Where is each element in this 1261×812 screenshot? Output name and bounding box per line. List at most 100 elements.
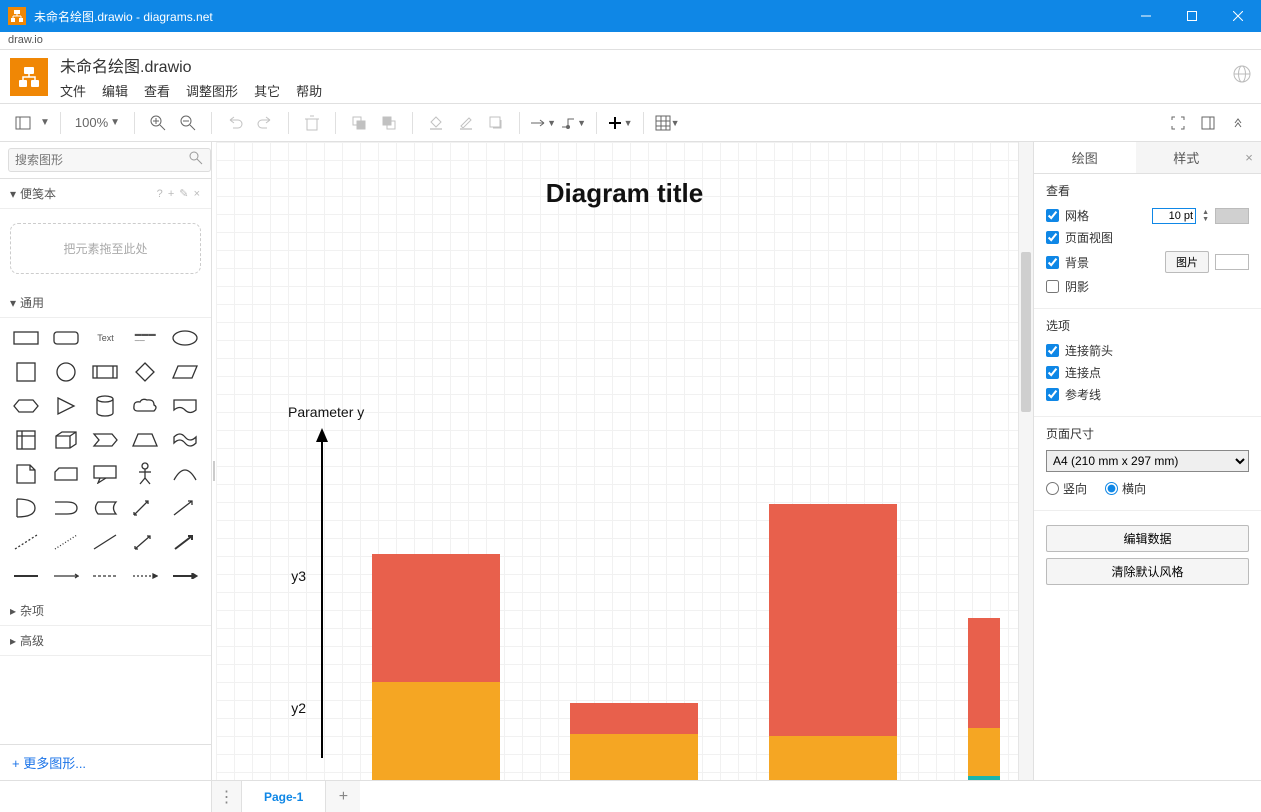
connection-icon[interactable]: ▼	[530, 110, 556, 136]
grid-step-up[interactable]: ▲	[1202, 209, 1209, 216]
shape-cloud[interactable]	[127, 392, 163, 420]
shape-process[interactable]	[88, 358, 124, 386]
grid-size-input[interactable]	[1152, 208, 1196, 224]
redo-icon[interactable]	[252, 110, 278, 136]
to-front-icon[interactable]	[346, 110, 372, 136]
menu-help[interactable]: 帮助	[296, 81, 322, 100]
more-shapes-button[interactable]: + 更多图形...	[0, 744, 211, 780]
close-panel-icon[interactable]: ×	[1237, 142, 1261, 173]
shape-card[interactable]	[48, 460, 84, 488]
shape-cube[interactable]	[48, 426, 84, 454]
shape-data-storage[interactable]	[88, 494, 124, 522]
zoom-select[interactable]: 100% ▼	[71, 115, 124, 130]
shape-ellipse[interactable]	[167, 324, 203, 352]
shape-square[interactable]	[8, 358, 44, 386]
search-icon[interactable]	[189, 151, 203, 170]
bar-4-partial[interactable]	[968, 618, 1000, 780]
format-panel-toggle-icon[interactable]	[1195, 110, 1221, 136]
shape-link4[interactable]	[127, 562, 163, 590]
menu-arrange[interactable]: 调整图形	[186, 81, 238, 100]
shape-text[interactable]: Text	[88, 324, 124, 352]
shape-cylinder[interactable]	[88, 392, 124, 420]
tab-diagram[interactable]: 绘图	[1034, 142, 1136, 173]
canvas[interactable]: Diagram title Parameter y y3 y2	[216, 142, 1033, 780]
y-axis-label[interactable]: Parameter y	[288, 404, 364, 420]
shape-bidir-arrow-solid[interactable]	[127, 528, 163, 556]
shape-link5[interactable]	[167, 562, 203, 590]
shadow-icon[interactable]	[483, 110, 509, 136]
fullscreen-icon[interactable]	[1165, 110, 1191, 136]
zoom-in-icon[interactable]	[145, 110, 171, 136]
menu-extras[interactable]: 其它	[254, 81, 280, 100]
menu-edit[interactable]: 编辑	[102, 81, 128, 100]
shape-rectangle[interactable]	[8, 324, 44, 352]
shape-arrow[interactable]	[167, 494, 203, 522]
bar-2[interactable]	[570, 703, 698, 780]
shape-diamond[interactable]	[127, 358, 163, 386]
shadow-checkbox[interactable]	[1046, 280, 1059, 293]
bar-3[interactable]	[769, 504, 897, 780]
shape-line-dashed[interactable]	[8, 528, 44, 556]
clear-style-button[interactable]: 清除默认风格	[1046, 558, 1249, 585]
shape-arrow-solid[interactable]	[167, 528, 203, 556]
tick-y3[interactable]: y3	[276, 568, 306, 584]
vertical-scrollbar[interactable]	[1018, 142, 1033, 780]
diagram-title[interactable]: Diagram title	[216, 178, 1033, 209]
conn-arrows-checkbox[interactable]	[1046, 344, 1059, 357]
insert-icon[interactable]: ▼	[607, 110, 633, 136]
shape-note[interactable]	[8, 460, 44, 488]
tab-style[interactable]: 样式	[1136, 142, 1238, 173]
fill-color-icon[interactable]	[423, 110, 449, 136]
y-axis-line[interactable]	[312, 428, 332, 758]
pageview-checkbox[interactable]	[1046, 231, 1059, 244]
line-color-icon[interactable]	[453, 110, 479, 136]
delete-icon[interactable]	[299, 110, 325, 136]
landscape-radio[interactable]	[1105, 482, 1118, 495]
language-icon[interactable]	[1233, 65, 1251, 88]
zoom-out-icon[interactable]	[175, 110, 201, 136]
shape-parallelogram[interactable]	[167, 358, 203, 386]
shape-link3[interactable]	[88, 562, 124, 590]
edit-data-button[interactable]: 编辑数据	[1046, 525, 1249, 552]
general-header[interactable]: ▾通用	[0, 288, 211, 318]
add-page-button[interactable]: +	[326, 781, 360, 812]
shape-triangle[interactable]	[48, 392, 84, 420]
document-title[interactable]: 未命名绘图.drawio	[60, 53, 322, 77]
menu-view[interactable]: 查看	[144, 81, 170, 100]
shape-textbox[interactable]: ▬▬▬──	[127, 324, 163, 352]
shape-hexagon[interactable]	[8, 392, 44, 420]
shape-step[interactable]	[88, 426, 124, 454]
shape-circle[interactable]	[48, 358, 84, 386]
minimize-button[interactable]	[1123, 0, 1169, 32]
pagesize-select[interactable]: A4 (210 mm x 297 mm)	[1046, 450, 1249, 472]
shape-link2[interactable]	[48, 562, 84, 590]
grid-checkbox[interactable]	[1046, 209, 1059, 222]
image-button[interactable]: 图片	[1165, 251, 1209, 273]
grid-color-swatch[interactable]	[1215, 208, 1249, 224]
shape-trapezoid[interactable]	[127, 426, 163, 454]
advanced-header[interactable]: ▸高级	[0, 626, 211, 656]
close-button[interactable]	[1215, 0, 1261, 32]
shape-tape[interactable]	[167, 426, 203, 454]
table-icon[interactable]: ▼	[654, 110, 680, 136]
grid-step-down[interactable]: ▼	[1202, 216, 1209, 223]
menu-file[interactable]: 文件	[60, 81, 86, 100]
maximize-button[interactable]	[1169, 0, 1215, 32]
shape-line[interactable]	[88, 528, 124, 556]
tick-y2[interactable]: y2	[276, 700, 306, 716]
page-tab-1[interactable]: Page-1	[242, 781, 326, 812]
waypoint-icon[interactable]: ▼	[560, 110, 586, 136]
portrait-radio[interactable]	[1046, 482, 1059, 495]
shape-rounded-rect[interactable]	[48, 324, 84, 352]
shape-internal-storage[interactable]	[8, 426, 44, 454]
shape-document[interactable]	[167, 392, 203, 420]
conn-points-checkbox[interactable]	[1046, 366, 1059, 379]
background-checkbox[interactable]	[1046, 256, 1059, 269]
bar-1[interactable]	[372, 554, 500, 780]
sidebar-toggle-icon[interactable]	[10, 110, 36, 136]
misc-header[interactable]: ▸杂项	[0, 596, 211, 626]
search-input[interactable]	[8, 148, 211, 172]
collapse-icon[interactable]	[1225, 110, 1251, 136]
shape-line-dotted[interactable]	[48, 528, 84, 556]
scratchpad-actions[interactable]: ? + ✎ ×	[157, 187, 201, 200]
